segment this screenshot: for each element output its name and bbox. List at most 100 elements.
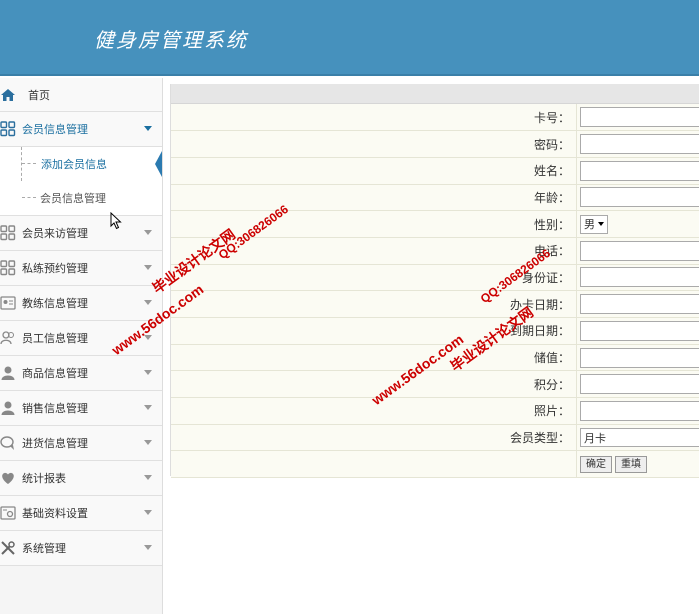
form-value-cell xyxy=(576,370,699,399)
member-type-value: 月卡 xyxy=(584,431,606,445)
main-content: 卡号： 密码： 姓名： 年龄： 性别：男电话： 身份证： 办卡日期： 到期日期： 储值： 积分：照… xyxy=(170,84,699,479)
form-label xyxy=(171,450,577,479)
tools-icon xyxy=(0,540,16,556)
tree-line xyxy=(22,163,36,164)
gender-value: 男 xyxy=(584,218,595,232)
form-label: 姓名： xyxy=(171,157,577,185)
chevron-down-icon xyxy=(144,475,152,480)
form-value-cell xyxy=(576,130,699,158)
form-input[interactable] xyxy=(580,374,699,395)
chat-icon xyxy=(0,435,16,451)
app-title: 健身房管理系统 xyxy=(94,28,248,52)
sidebar-item-label: 首页 xyxy=(28,88,50,102)
sidebar-item[interactable]: 基础资料设置 xyxy=(0,496,162,531)
content-header-bar xyxy=(171,84,699,104)
sidebar-item-label: 系统管理 xyxy=(22,542,66,555)
sidebar-item[interactable]: 会员来访管理 xyxy=(0,216,162,251)
id-card-icon xyxy=(0,295,16,311)
form-input[interactable] xyxy=(580,320,699,341)
home-icon xyxy=(0,87,16,103)
form-value-cell xyxy=(576,317,699,345)
member-type-select[interactable]: 月卡 xyxy=(580,428,699,448)
form-input[interactable] xyxy=(580,400,699,421)
form-row: 身份证： xyxy=(171,264,699,292)
sidebar-item[interactable]: 统计报表 xyxy=(0,461,162,496)
chevron-down-icon xyxy=(144,126,152,131)
gender-select[interactable]: 男 xyxy=(580,214,608,234)
form-input[interactable] xyxy=(580,160,699,181)
form-row: 到期日期： xyxy=(171,317,699,345)
form-row: 密码： xyxy=(171,130,699,158)
member-form: 卡号： 密码： 姓名： 年龄： 性别：男电话： 身份证： 办卡日期： 到期日期： 储值： 积分：照… xyxy=(171,104,699,479)
sidebar-item-label: 教练信息管理 xyxy=(22,297,88,310)
grid-icon xyxy=(0,260,16,276)
chevron-down-icon xyxy=(144,370,152,375)
form-input[interactable] xyxy=(580,107,699,128)
chevron-down-icon xyxy=(144,230,152,235)
sub-item-label: 添加会员信息 xyxy=(41,158,107,171)
form-value-cell xyxy=(576,184,699,212)
sidebar-item-label: 统计报表 xyxy=(22,472,66,485)
users-icon xyxy=(0,330,16,346)
settings-card-icon xyxy=(0,505,16,521)
form-button-row: 确定 重填 xyxy=(171,450,699,479)
sidebar-item-label: 私练预约管理 xyxy=(22,262,88,275)
form-value-cell xyxy=(576,290,699,318)
sidebar-item-label: 员工信息管理 xyxy=(22,332,88,345)
user-icon xyxy=(0,365,16,381)
sidebar-item[interactable]: 教练信息管理 xyxy=(0,286,162,321)
form-row: 办卡日期： xyxy=(171,290,699,318)
form-row: 姓名： xyxy=(171,157,699,185)
mouse-cursor-icon xyxy=(110,212,122,230)
form-row: 会员类型： 月卡 xyxy=(171,424,699,452)
form-label: 密码： xyxy=(171,130,577,158)
form-value-cell: 确定 重填 xyxy=(576,450,699,479)
sidebar-item[interactable]: 销售信息管理 xyxy=(0,391,162,426)
form-row: 积分： xyxy=(171,370,699,399)
user-icon xyxy=(0,400,16,416)
form-value-cell: 男 xyxy=(576,210,699,238)
form-input[interactable] xyxy=(580,187,699,208)
form-row: 照片： xyxy=(171,397,699,425)
form-value-cell xyxy=(576,157,699,185)
sidebar: 首页 会员信息管理 添加会员信息 会员信息管理 会员来访管理私练预约管理 教练信息… xyxy=(0,78,163,614)
sidebar-item[interactable]: 进货信息管理 xyxy=(0,426,162,461)
sub-item-label: 会员信息管理 xyxy=(40,192,106,205)
chevron-down-icon xyxy=(598,222,604,227)
sidebar-nav-list: 会员来访管理私练预约管理 教练信息管理 员工信息管理 商品信息管理销售信息管理进货信息… xyxy=(0,216,162,566)
chevron-down-icon xyxy=(144,265,152,270)
sub-item-add-member[interactable]: 添加会员信息 xyxy=(21,147,162,181)
grid-icon xyxy=(0,121,16,137)
grid-icon xyxy=(0,225,16,241)
form-value-cell xyxy=(576,104,699,132)
sidebar-item[interactable]: 商品信息管理 xyxy=(0,356,162,391)
form-value-cell xyxy=(576,264,699,292)
sidebar-item[interactable]: 系统管理 xyxy=(0,531,162,566)
chevron-down-icon xyxy=(144,300,152,305)
form-input[interactable] xyxy=(580,294,699,315)
form-label: 会员类型： xyxy=(171,424,577,452)
sidebar-item-member[interactable]: 会员信息管理 xyxy=(0,112,162,147)
sidebar-item-label: 商品信息管理 xyxy=(22,367,88,380)
sidebar-item-label: 会员信息管理 xyxy=(22,123,88,136)
form-row: 卡号： xyxy=(171,104,699,132)
active-arrow-icon xyxy=(155,151,162,177)
form-input[interactable] xyxy=(580,267,699,288)
app-header: 健身房管理系统 xyxy=(0,0,699,76)
form-value-cell xyxy=(576,397,699,425)
tree-line xyxy=(22,197,36,198)
form-input[interactable] xyxy=(580,347,699,368)
form-value-cell: 月卡 xyxy=(576,424,699,452)
submenu: 添加会员信息 会员信息管理 xyxy=(0,147,162,216)
form-input[interactable] xyxy=(580,240,699,261)
form-input[interactable] xyxy=(580,134,699,155)
form-label: 卡号： xyxy=(171,104,577,132)
reset-button[interactable]: 重填 xyxy=(615,455,647,473)
chevron-down-icon xyxy=(144,510,152,515)
sidebar-item-home[interactable]: 首页 xyxy=(0,78,162,112)
sidebar-item[interactable]: 私练预约管理 xyxy=(0,251,162,286)
sub-item-member-manage[interactable]: 会员信息管理 xyxy=(0,181,162,215)
sidebar-item-label: 进货信息管理 xyxy=(22,437,88,450)
chevron-down-icon xyxy=(144,440,152,445)
confirm-button[interactable]: 确定 xyxy=(580,455,612,473)
